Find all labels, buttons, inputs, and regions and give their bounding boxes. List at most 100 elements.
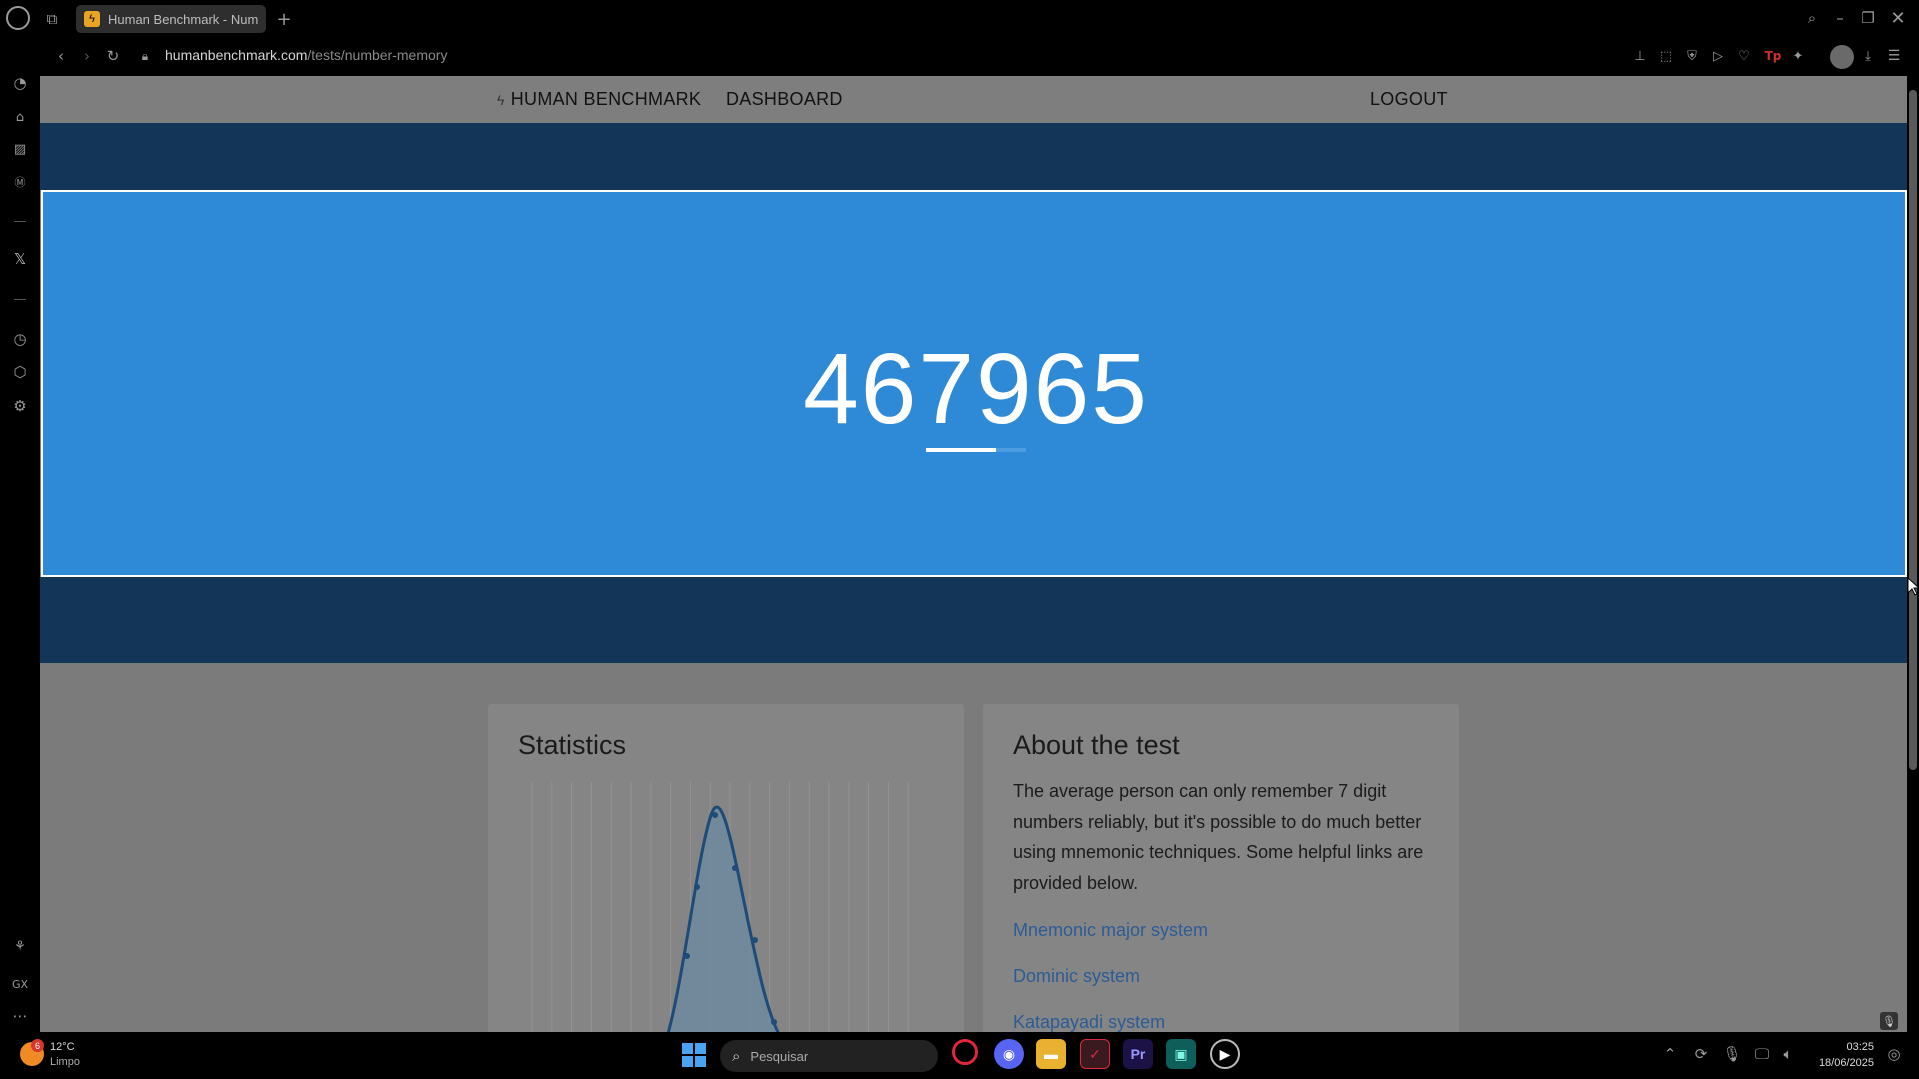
- easy-setup-menu-icon[interactable]: ☰: [1884, 46, 1904, 66]
- pin-icon[interactable]: ⊥: [1630, 46, 1650, 66]
- close-window-button[interactable]: ✕: [1886, 6, 1910, 30]
- tray-network-icon[interactable]: 🖵: [1752, 1044, 1772, 1064]
- tray-volume-icon[interactable]: 🔈︎: [1778, 1044, 1798, 1064]
- restore-window-button[interactable]: ❐: [1856, 6, 1880, 30]
- forward-button[interactable]: ›: [76, 45, 98, 67]
- lock-icon: 🔒︎: [141, 48, 149, 63]
- tab-islands-icon[interactable]: ⧉: [40, 7, 64, 31]
- taskbar-vivaldi-app[interactable]: ✓: [1080, 1039, 1110, 1069]
- sidebar-news-icon[interactable]: ▨: [9, 138, 31, 160]
- download-icon[interactable]: ⤓: [1858, 46, 1878, 66]
- about-description: The average person can only remember 7 d…: [1013, 781, 1424, 893]
- page-scrollbar-thumb[interactable]: [1909, 90, 1917, 770]
- windows-start-icon[interactable]: [682, 1043, 706, 1067]
- taskbar-discord-app[interactable]: ◉: [994, 1039, 1024, 1069]
- tray-overflow-chevron-icon[interactable]: ⌃: [1660, 1044, 1680, 1064]
- sidebar-gx-corner-icon[interactable]: ⌂: [9, 106, 31, 128]
- taskbar-search-box[interactable]: ⌕ Pesquisar: [720, 1040, 938, 1072]
- tab-title: Human Benchmark - Num: [108, 11, 258, 27]
- snapshot-icon[interactable]: ⬚: [1656, 46, 1676, 66]
- sidebar-extensions-icon[interactable]: ⬡: [9, 361, 31, 383]
- folder-icon: ▬: [1036, 1039, 1066, 1069]
- tray-mic-icon[interactable]: 🎙︎: [1722, 1044, 1742, 1064]
- page-viewport: ϟ HUMAN BENCHMARK DASHBOARD LOGOUT 46796…: [40, 76, 1907, 1032]
- distribution-point: [732, 865, 738, 871]
- sidebar-more-icon[interactable]: ⋯: [9, 1005, 31, 1027]
- weather-temperature[interactable]: 12°C: [50, 1041, 75, 1053]
- taskbar-opera-gx-app[interactable]: [952, 1039, 978, 1065]
- brand-name: HUMAN BENCHMARK: [510, 89, 702, 109]
- sidebar-mods-icon[interactable]: ⚘: [9, 935, 31, 957]
- test-band-bottom: [40, 577, 1907, 663]
- link-mnemonic-major-system[interactable]: Mnemonic major system: [1013, 920, 1208, 941]
- browser-sidebar: ◔ ⌂ ▨ Ⓜ 𝕏 ◷ ⬡ ⚙ ⚘ GX ⋯: [0, 38, 40, 1032]
- link-dominic-system[interactable]: Dominic system: [1013, 966, 1140, 987]
- about-title: About the test: [1013, 730, 1180, 760]
- browser-tab-active[interactable]: ϟ Human Benchmark - Num: [76, 5, 266, 33]
- taskbar-file-explorer-app[interactable]: ▬: [1036, 1039, 1066, 1069]
- extension-tp-icon[interactable]: Tp: [1762, 46, 1784, 66]
- taskbar-premiere-app[interactable]: Pr: [1123, 1039, 1153, 1069]
- sidebar-history-icon[interactable]: ◷: [9, 328, 31, 350]
- discord-icon: ◉: [994, 1039, 1024, 1069]
- shield-icon[interactable]: ⛨: [1682, 46, 1702, 66]
- search-tabs-icon[interactable]: ⌕: [1800, 6, 1824, 30]
- link-katapayadi-system[interactable]: Katapayadi system: [1013, 1012, 1165, 1032]
- taskbar-terminal-app[interactable]: ▣: [1166, 1039, 1196, 1069]
- distribution-point: [684, 953, 690, 959]
- logout-link[interactable]: LOGOUT: [1370, 89, 1448, 110]
- sidebar-messenger-icon[interactable]: Ⓜ: [9, 171, 31, 193]
- minimize-window-button[interactable]: –: [1828, 6, 1852, 30]
- premiere-pro-icon: Pr: [1123, 1039, 1153, 1069]
- mouse-cursor-icon: [1908, 578, 1919, 596]
- clock-date[interactable]: 18/06/2025: [1808, 1057, 1874, 1069]
- opera-menu-icon[interactable]: [6, 6, 30, 30]
- browser-tab-bar: ⧉ ϟ Human Benchmark - Num + ⌕ – ❐ ✕: [0, 0, 1919, 38]
- profile-avatar[interactable]: [1830, 45, 1854, 69]
- weather-badge: 6: [31, 1039, 44, 1052]
- bolt-logo-icon: ϟ: [497, 91, 505, 108]
- sidebar-speed-dial-icon[interactable]: ◔: [9, 72, 31, 94]
- url-text[interactable]: humanbenchmark.com/tests/number-memory: [165, 47, 447, 63]
- humanbenchmark-favicon-icon: ϟ: [84, 11, 100, 27]
- about-card: About the test The average person can on…: [983, 704, 1459, 1032]
- distribution-area: [668, 807, 778, 1032]
- sidebar-divider: [14, 221, 26, 222]
- play-icon: ▶: [1210, 1039, 1240, 1069]
- notifications-icon[interactable]: ◎: [1884, 1044, 1904, 1064]
- url-path: /tests/number-memory: [307, 47, 448, 63]
- distribution-point: [694, 884, 700, 890]
- extensions-puzzle-icon[interactable]: ✦: [1788, 46, 1808, 66]
- sidebar-x-twitter-icon[interactable]: 𝕏: [9, 248, 31, 270]
- memorize-number: 467965: [803, 333, 1149, 445]
- search-icon: ⌕: [732, 1047, 741, 1065]
- distribution-point: [771, 1019, 777, 1025]
- weather-condition[interactable]: Limpo: [50, 1056, 80, 1068]
- number-memory-test-area[interactable]: 467965: [41, 190, 1907, 577]
- taskbar-media-player-app[interactable]: ▶: [1210, 1039, 1240, 1069]
- test-band-top: [40, 123, 1907, 190]
- send-icon[interactable]: ▷: [1708, 46, 1728, 66]
- home-link[interactable]: ϟ HUMAN BENCHMARK: [497, 89, 701, 110]
- search-placeholder: Pesquisar: [750, 1048, 809, 1064]
- statistics-distribution-chart: [531, 782, 909, 1032]
- url-host: humanbenchmark.com: [165, 47, 308, 63]
- dashboard-link[interactable]: DASHBOARD: [726, 89, 843, 110]
- sidebar-settings-icon[interactable]: ⚙: [9, 395, 31, 417]
- new-tab-button[interactable]: +: [272, 7, 296, 31]
- voice-mic-icon[interactable]: 🎙︎: [1880, 1012, 1898, 1030]
- opera-gx-icon: [952, 1039, 978, 1065]
- timer-bar-fill: [926, 448, 996, 452]
- clock-time[interactable]: 03:25: [1814, 1041, 1874, 1053]
- tray-sync-icon[interactable]: ⟳: [1691, 1044, 1711, 1064]
- distribution-point: [752, 937, 758, 943]
- reload-button[interactable]: ↻: [102, 45, 124, 67]
- statistics-card: Statistics: [488, 704, 964, 1032]
- timer-bar: [926, 448, 1026, 452]
- sidebar-gx-control-icon[interactable]: GX: [6, 973, 34, 995]
- back-button[interactable]: ‹: [50, 45, 72, 67]
- v-app-icon: ✓: [1080, 1039, 1110, 1069]
- statistics-title: Statistics: [518, 730, 627, 760]
- heart-icon[interactable]: ♡: [1734, 46, 1754, 66]
- windows-taskbar: 6 12°C Limpo ◉ ▬ ✓ Pr ▣ ▶ ⌃ ⟳ 🎙︎ 🖵 🔈︎ 03…: [0, 1032, 1919, 1079]
